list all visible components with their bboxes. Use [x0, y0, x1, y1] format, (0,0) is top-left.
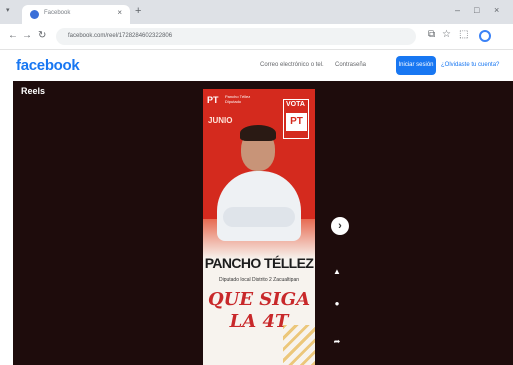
extensions-icon[interactable]: ⬚	[459, 29, 468, 41]
login-button[interactable]: Iniciar sesión	[396, 56, 436, 75]
candidate-arms	[223, 207, 295, 227]
browser-tab[interactable]: Facebook ×	[22, 5, 130, 24]
forward-button[interactable]: →	[22, 30, 32, 42]
poster-name-small-line2: Diputado	[225, 99, 242, 104]
reload-button[interactable]: ↻	[38, 30, 46, 42]
close-window-button[interactable]: ×	[494, 5, 499, 15]
reel-video[interactable]: PT Pancho Téllez Diputado JUNIO VOTA PT …	[203, 89, 315, 365]
vote-label: VOTA	[286, 101, 305, 108]
reels-viewer: Reels PT Pancho Téllez Diputado JUNIO VO…	[13, 81, 513, 365]
comment-icon[interactable]: ●	[331, 299, 343, 309]
poster-date: JUNIO	[208, 116, 233, 125]
facebook-header: facebook Correo electrónico o tel. Contr…	[0, 51, 513, 81]
candidate-body	[217, 171, 301, 241]
thumbs-up-icon[interactable]: ▲	[331, 267, 343, 277]
browser-toolbar: ← → ↻ facebook.com/reel/1728284602322806…	[0, 24, 513, 50]
share-icon[interactable]: ➦	[331, 337, 343, 347]
party-badge-small: PT	[207, 95, 219, 105]
candidate-hair	[240, 125, 276, 141]
minimize-button[interactable]: –	[455, 5, 460, 15]
decorative-stripes	[283, 325, 315, 365]
new-tab-button[interactable]: +	[135, 5, 141, 17]
reels-title: Reels	[21, 86, 46, 96]
party-logo: PT	[286, 113, 307, 131]
tab-title: Facebook	[44, 10, 71, 16]
facebook-favicon-icon	[30, 10, 39, 19]
url-text: facebook.com/reel/1728284602322806	[68, 33, 173, 39]
poster-name-small: Pancho Téllez Diputado	[225, 94, 259, 104]
forgot-account-link[interactable]: ¿Olvidaste tu cuenta?	[441, 62, 499, 68]
back-button[interactable]: ←	[8, 30, 18, 42]
bookmark-star-icon[interactable]: ☆	[442, 29, 451, 41]
email-field[interactable]: Correo electrónico o tel.	[260, 62, 324, 68]
facebook-logo[interactable]: facebook	[16, 57, 80, 74]
tab-search-icon[interactable]: ▾	[6, 6, 10, 14]
tab-close-icon[interactable]: ×	[117, 8, 122, 17]
password-field[interactable]: Contraseña	[335, 62, 366, 68]
candidate-subtitle: Diputado local Distrito 2 Zacualtipan	[218, 277, 300, 283]
profile-avatar-icon[interactable]	[479, 30, 491, 42]
install-app-icon[interactable]: ⧉	[428, 29, 435, 41]
browser-tab-strip: ▾ Facebook × + – □ ×	[0, 0, 513, 24]
slogan-line1: QUE SIGA	[207, 289, 311, 310]
candidate-name: PANCHO TÉLLEZ	[204, 255, 314, 271]
address-bar[interactable]: facebook.com/reel/1728284602322806	[56, 28, 416, 45]
maximize-button[interactable]: □	[474, 5, 479, 15]
next-reel-button[interactable]: ›	[331, 217, 349, 235]
